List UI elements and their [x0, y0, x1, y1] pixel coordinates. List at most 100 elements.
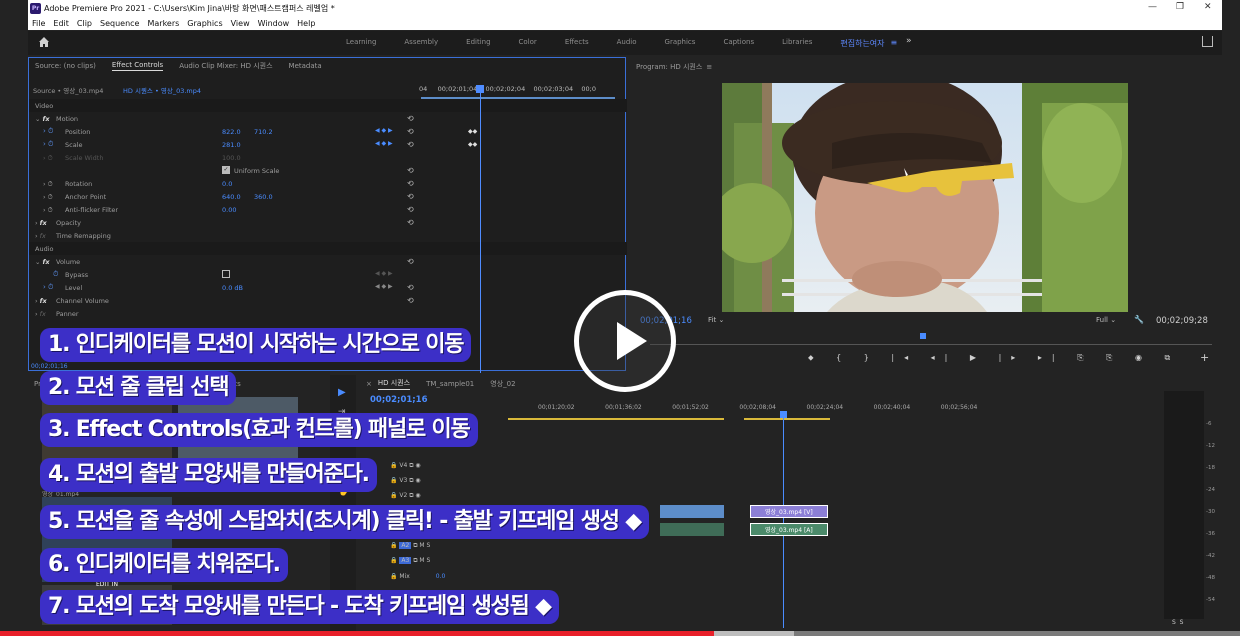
keyframe-nav-icon[interactable]: ◀ ◆ ▶ [375, 283, 393, 290]
reset-icon[interactable]: ⟲ [407, 179, 414, 188]
ec-row-scale[interactable]: › ⏱ Scale 281.0 ◀ ◆ ▶ ⟲ ◆◆ [29, 138, 627, 151]
reset-icon[interactable]: ⟲ [407, 257, 414, 266]
work-area-bar[interactable] [744, 418, 830, 420]
track-label[interactable]: 🔒 V3 ⧉ ◉ [390, 477, 421, 485]
stopwatch-icon[interactable]: › ⏱ [43, 206, 53, 215]
workspace-color[interactable]: Color [519, 38, 537, 49]
timeline-playhead-handle[interactable] [780, 411, 787, 418]
program-title[interactable]: Program: HD 시퀀스 [636, 62, 702, 72]
reset-icon[interactable]: ⟲ [407, 114, 414, 123]
position-y-value[interactable]: 710.2 [254, 128, 273, 136]
menu-sequence[interactable]: Sequence [100, 19, 139, 28]
tab-tm-sample01[interactable]: TM_sample01 [426, 380, 474, 388]
ec-playhead[interactable] [480, 87, 481, 373]
fit-dropdown[interactable]: Fit ⌄ [708, 316, 724, 324]
ec-row-volume[interactable]: ⌄ fx Volume ⟲ [29, 255, 627, 268]
program-video-frame[interactable] [722, 83, 1128, 312]
video-progress-played[interactable] [0, 631, 715, 636]
close-icon[interactable]: ✕ [1204, 2, 1212, 12]
reset-icon[interactable]: ⟲ [407, 192, 414, 201]
quality-dropdown[interactable]: Full ⌄ [1096, 316, 1116, 324]
workspace-learning[interactable]: Learning [346, 38, 376, 49]
minimize-icon[interactable]: — [1148, 2, 1157, 12]
workspace-effects[interactable]: Effects [565, 38, 589, 49]
ec-row-bypass[interactable]: ⏱ Bypass ◀ ◆ ▶ [29, 268, 627, 281]
timeline-timecode[interactable]: 00;02;01;16 [370, 395, 428, 405]
solo-buttons[interactable]: S S [1172, 619, 1183, 626]
ec-row-opacity[interactable]: › fx Opacity ⟲ [29, 216, 627, 229]
timeline-clip[interactable] [660, 523, 724, 536]
track-label[interactable]: 🔒 V4 ⧉ ◉ [390, 462, 421, 470]
add-button-icon[interactable]: + [1200, 351, 1209, 364]
timeline-clip-video[interactable]: 영상_03.mp4 [V] [750, 505, 828, 518]
timeline-clip[interactable] [660, 505, 724, 518]
menu-graphics[interactable]: Graphics [187, 19, 222, 28]
workspace-captions[interactable]: Captions [723, 38, 754, 49]
program-scrubber[interactable] [650, 344, 1212, 345]
menu-help[interactable]: Help [297, 19, 315, 28]
track-label[interactable]: 🔒 V2 ⧉ ◉ [390, 492, 421, 500]
reset-icon[interactable]: ⟲ [407, 296, 414, 305]
workspace-editing[interactable]: Editing [466, 38, 490, 49]
selection-tool-icon[interactable]: ▶ [338, 387, 346, 398]
work-area-bar[interactable] [508, 418, 724, 420]
tab-effect-controls[interactable]: Effect Controls [111, 61, 164, 71]
track-label[interactable]: 🔒 A3 ⧉ M S [390, 557, 430, 565]
anchor-y-value[interactable]: 360.0 [254, 193, 273, 201]
bypass-checkbox[interactable] [222, 270, 230, 278]
keyframe-nav-icon[interactable]: ◀ ◆ ▶ [375, 140, 393, 147]
stopwatch-icon[interactable]: › ⏱ [43, 127, 54, 136]
workspace-audio[interactable]: Audio [617, 38, 637, 49]
reset-icon[interactable]: ⟲ [407, 283, 414, 292]
ec-row-channel-volume[interactable]: › fx Channel Volume ⟲ [29, 294, 627, 307]
share-icon[interactable] [1202, 36, 1213, 47]
settings-wrench-icon[interactable]: 🔧 [1134, 315, 1144, 324]
keyframe-icon[interactable]: ◆◆ [468, 141, 477, 148]
ec-row-time-remapping[interactable]: › fx Time Remapping [29, 229, 627, 242]
solo-right[interactable]: S [1180, 619, 1184, 626]
stopwatch-icon[interactable]: › ⏱ [43, 283, 54, 292]
tab-metadata[interactable]: Metadata [289, 62, 322, 70]
sequence-clip-label[interactable]: HD 시퀀스 • 영상_03.mp4 [123, 85, 201, 95]
stopwatch-icon[interactable]: ⏱ [53, 270, 58, 279]
mix-track[interactable]: 🔒 Mix 0.0 [390, 573, 445, 580]
tab-video-02[interactable]: 영상_02 [490, 379, 515, 389]
rotation-value[interactable]: 0.0 [222, 180, 232, 188]
reset-icon[interactable]: ⟲ [407, 205, 414, 214]
solo-left[interactable]: S [1172, 619, 1176, 626]
home-icon[interactable] [38, 36, 50, 48]
menu-clip[interactable]: Clip [77, 19, 92, 28]
restore-icon[interactable]: ❐ [1176, 2, 1184, 12]
ec-row-position[interactable]: › ⏱ Position 822.0 710.2 ◀ ◆ ▶ ⟲ ◆◆ [29, 125, 627, 138]
stopwatch-icon[interactable]: › ⏱ [43, 140, 54, 149]
workspace-libraries[interactable]: Libraries [782, 38, 812, 49]
ec-row-anchor-point[interactable]: › ⏱ Anchor Point 640.0 360.0 ⟲ [29, 190, 627, 203]
keyframe-nav-icon[interactable]: ◀ ◆ ▶ [375, 127, 393, 134]
timeline-scrollbar[interactable] [1142, 423, 1146, 623]
reset-icon[interactable]: ⟲ [407, 127, 414, 136]
tab-audio-clip-mixer[interactable]: Audio Clip Mixer: HD 시퀀스 [179, 61, 272, 71]
ec-row-motion[interactable]: ⌄ fx Motion ⟲ [29, 112, 627, 125]
keyframe-nav-icon[interactable]: ◀ ◆ ▶ [375, 270, 393, 277]
menu-file[interactable]: File [32, 19, 45, 28]
uniform-scale-checkbox[interactable]: ✓ [222, 166, 230, 174]
close-tab-icon[interactable]: × [366, 380, 372, 388]
program-playhead-icon[interactable] [920, 333, 926, 339]
mix-value[interactable]: 0.0 [436, 573, 446, 580]
anti-flicker-value[interactable]: 0.00 [222, 206, 236, 214]
timeline-clip-audio[interactable]: 영상_03.mp4 [A] [750, 523, 828, 536]
anchor-x-value[interactable]: 640.0 [222, 193, 241, 201]
ec-row-uniform-scale[interactable]: ✓ Uniform Scale ⟲ [29, 164, 627, 177]
reset-icon[interactable]: ⟲ [407, 166, 414, 175]
stopwatch-icon[interactable]: › ⏱ [43, 180, 53, 189]
more-workspaces-icon[interactable]: » [906, 36, 912, 46]
tab-hd-sequence[interactable]: HD 시퀀스 [377, 378, 411, 390]
stopwatch-icon[interactable]: › ⏱ [43, 193, 53, 202]
menu-edit[interactable]: Edit [53, 19, 69, 28]
tab-source[interactable]: Source: (no clips) [35, 62, 96, 70]
workspace-menu-icon[interactable]: ≡ [891, 38, 898, 49]
ec-row-level[interactable]: › ⏱ Level 0.0 dB ◀ ◆ ▶ ⟲ [29, 281, 627, 294]
workspace-active[interactable]: 편집하는여자 [840, 38, 884, 49]
ec-timecode[interactable]: 00;02;01;16 [31, 363, 68, 370]
level-value[interactable]: 0.0 dB [222, 284, 243, 292]
